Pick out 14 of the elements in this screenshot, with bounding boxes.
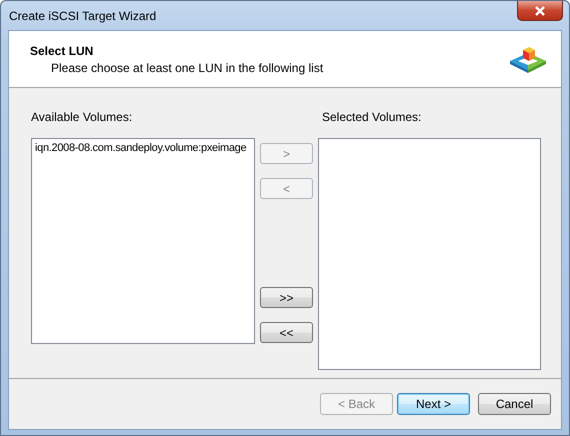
page-subtitle: Please choose at least one LUN in the following list (51, 60, 324, 74)
cube-platform-icon (509, 45, 547, 73)
move-button[interactable]: << (260, 322, 313, 343)
wizard-button[interactable]: Cancel (478, 393, 551, 415)
move-button[interactable]: >> (260, 287, 313, 308)
page-title: Select LUN (30, 44, 94, 58)
list-item[interactable]: iqn.2008-08.com.sandeploy.volume:pxeimage (34, 142, 252, 154)
available-volumes-list[interactable]: iqn.2008-08.com.sandeploy.volume:pxeimage (31, 138, 255, 344)
window-title: Create iSCSI Target Wizard (9, 9, 156, 23)
wizard-button[interactable]: Next > (397, 393, 470, 415)
available-volumes-label: Available Volumes: (31, 110, 134, 124)
selected-volumes-label: Selected Volumes: (321, 110, 422, 124)
close-button[interactable] (517, 1, 563, 21)
close-icon (534, 6, 546, 16)
